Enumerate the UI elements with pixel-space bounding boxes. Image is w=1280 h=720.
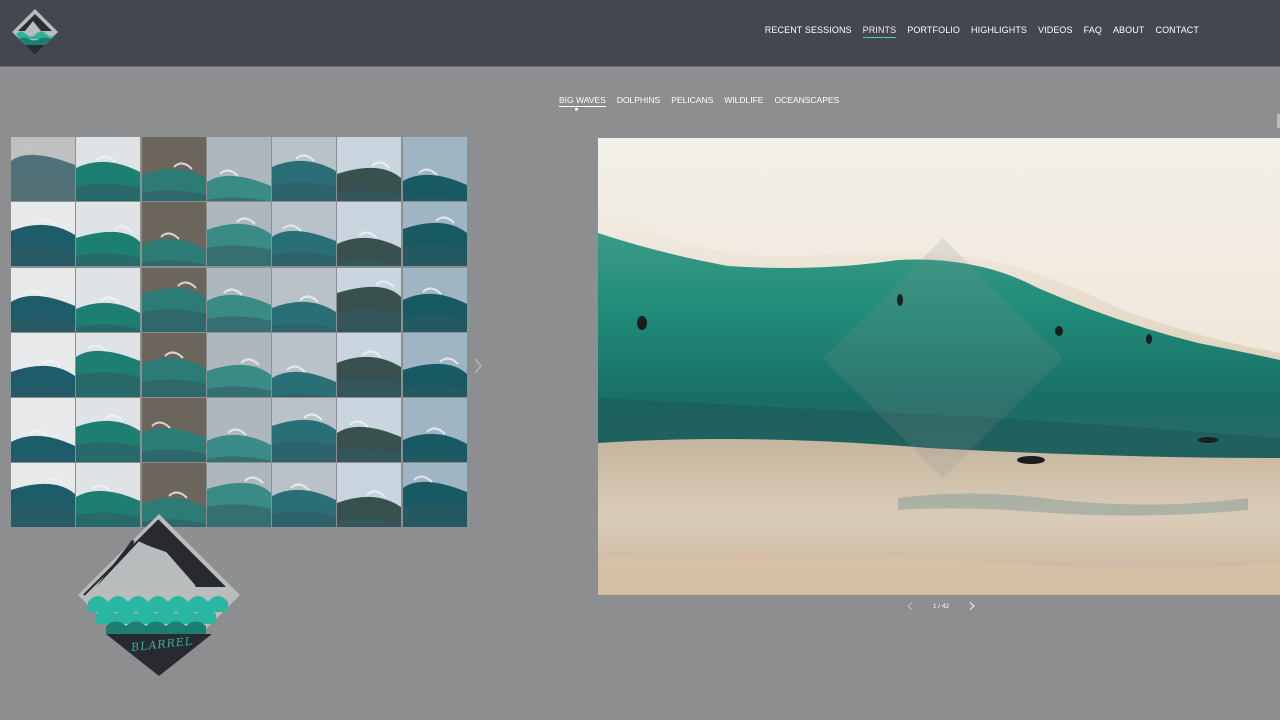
wave-diamond-logo-icon — [78, 514, 240, 676]
gallery-thumbnail[interactable] — [272, 463, 337, 528]
big-wave-photo — [598, 138, 1280, 595]
gallery-thumbnail[interactable] — [11, 137, 75, 201]
nav-item-portfolio[interactable]: PORTFOLIO — [907, 25, 960, 38]
gallery-thumbnail[interactable] — [11, 267, 75, 332]
gallery-thumbnail[interactable] — [206, 137, 271, 201]
gallery-thumbnail[interactable] — [402, 137, 467, 201]
gallery-thumbnail[interactable] — [141, 398, 206, 463]
gallery-thumbnail[interactable] — [141, 137, 206, 201]
gallery-thumbnail[interactable] — [402, 398, 467, 463]
category-nav: BIG WAVES DOLPHINS PELICANS WILDLIFE OCE… — [559, 95, 839, 107]
gallery-thumbnail[interactable] — [272, 202, 337, 267]
gallery-thumbnail[interactable] — [272, 398, 337, 463]
photo-pager: 1 / 42 — [906, 600, 976, 612]
gallery-thumbnail[interactable] — [141, 332, 206, 397]
gallery-thumbnail[interactable] — [337, 398, 402, 463]
category-wildlife[interactable]: WILDLIFE — [724, 95, 763, 107]
gallery-thumbnail[interactable] — [141, 202, 206, 267]
chevron-right-icon — [969, 602, 975, 610]
gallery-thumbnail[interactable] — [272, 332, 337, 397]
gallery-thumbnail[interactable] — [76, 202, 141, 267]
gallery-thumbnail[interactable] — [206, 267, 271, 332]
nav-item-faq[interactable]: FAQ — [1084, 25, 1102, 38]
nav-item-about[interactable]: ABOUT — [1113, 25, 1145, 38]
gallery-thumbnail[interactable] — [337, 137, 402, 201]
site-logo[interactable] — [11, 8, 59, 56]
nav-item-prints[interactable]: PRINTS — [862, 25, 897, 38]
nav-item-recent-sessions[interactable]: RECENT SESSIONS — [765, 25, 852, 38]
mouse-cursor-icon — [575, 106, 580, 113]
gallery-thumbnail[interactable] — [206, 202, 271, 267]
category-oceanscapes[interactable]: OCEANSCAPES — [774, 95, 839, 107]
gallery-thumbnail[interactable] — [337, 202, 402, 267]
gallery-thumbnail[interactable] — [76, 267, 141, 332]
site-header: RECENT SESSIONS PRINTS PORTFOLIO HIGHLIG… — [0, 0, 1280, 67]
gallery-thumbnail[interactable] — [337, 267, 402, 332]
gallery-thumbnail[interactable] — [402, 463, 467, 528]
wave-diamond-logo-icon — [12, 9, 58, 55]
next-photo-button[interactable] — [968, 601, 976, 611]
gallery-thumbnail[interactable] — [402, 267, 467, 332]
thumbnail-grid — [11, 137, 467, 528]
chevron-right-icon[interactable] — [473, 358, 483, 374]
gallery-thumbnail[interactable] — [141, 267, 206, 332]
gallery-thumbnail[interactable] — [11, 202, 75, 267]
category-dolphins[interactable]: DOLPHINS — [617, 95, 660, 107]
main-nav: RECENT SESSIONS PRINTS PORTFOLIO HIGHLIG… — [765, 25, 1199, 38]
category-pelicans[interactable]: PELICANS — [671, 95, 713, 107]
chevron-left-icon — [907, 602, 913, 610]
nav-item-highlights[interactable]: HIGHLIGHTS — [971, 25, 1027, 38]
gallery-thumbnail[interactable] — [402, 332, 467, 397]
nav-item-contact[interactable]: CONTACT — [1155, 25, 1199, 38]
gallery-thumbnail[interactable] — [76, 332, 141, 397]
gallery-thumbnail[interactable] — [11, 332, 75, 397]
gallery-thumbnail[interactable] — [11, 398, 75, 463]
gallery-thumbnail[interactable] — [272, 137, 337, 201]
gallery-thumbnail[interactable] — [206, 332, 271, 397]
gallery-thumbnail[interactable] — [76, 137, 141, 201]
prev-photo-button[interactable] — [906, 601, 914, 611]
gallery-thumbnail[interactable] — [337, 463, 402, 528]
gallery-thumbnail[interactable] — [11, 463, 75, 528]
category-big-waves[interactable]: BIG WAVES — [559, 95, 606, 107]
hero-photo[interactable] — [598, 138, 1280, 595]
photo-counter: 1 / 42 — [932, 602, 950, 610]
gallery-thumbnail[interactable] — [76, 398, 141, 463]
nav-item-videos[interactable]: VIDEOS — [1038, 25, 1073, 38]
gallery-thumbnail[interactable] — [402, 202, 467, 267]
gallery-thumbnail[interactable] — [337, 332, 402, 397]
brand-logo-large: BLARREL — [76, 512, 242, 678]
gallery-thumbnail[interactable] — [206, 398, 271, 463]
gallery-thumbnail[interactable] — [272, 267, 337, 332]
